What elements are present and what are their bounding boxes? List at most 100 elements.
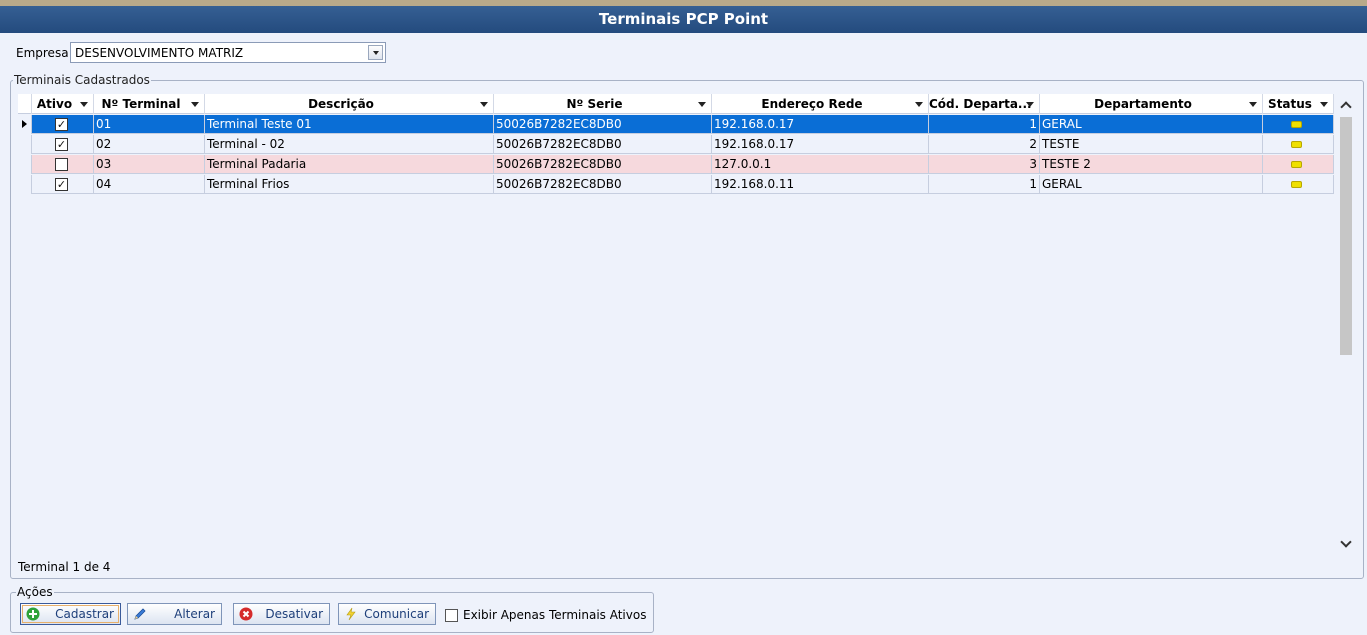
cell-ativo[interactable] [32,155,94,174]
lightning-icon [346,607,356,621]
empresa-value: DESENVOLVIMENTO MATRIZ [75,46,244,60]
cadastrar-button[interactable]: Cadastrar [20,603,121,625]
header-indicator [18,94,32,114]
cell-endereco: 192.168.0.17 [712,115,929,134]
header-status-label: Status [1268,97,1312,111]
cell-status [1263,135,1334,154]
status-led-icon [1291,181,1302,188]
header-serie-label: Nº Serie [566,97,623,111]
cell-ativo[interactable]: ✓ [32,175,94,194]
empresa-select[interactable]: DESENVOLVIMENTO MATRIZ [70,42,386,63]
cell-status [1263,115,1334,134]
record-counter: Terminal 1 de 4 [18,560,111,574]
header-cod-depto[interactable]: Cód. Departa... [929,94,1040,114]
chevron-down-icon[interactable] [368,45,383,60]
window-title: Terminais PCP Point [0,6,1367,33]
ativo-checkbox[interactable]: ✓ [55,138,68,151]
filter-arrow-icon[interactable] [915,102,923,107]
header-ativo[interactable]: Ativo [32,94,94,114]
cell-descricao: Terminal - 02 [205,135,494,154]
header-descricao[interactable]: Descrição [205,94,494,114]
cell-descricao: Terminal Teste 01 [205,115,494,134]
table-row[interactable]: ✓ 02 Terminal - 02 50026B7282EC8DB0 192.… [18,135,1334,154]
cell-departamento: TESTE 2 [1040,155,1263,174]
cell-ativo[interactable]: ✓ [32,115,94,134]
filter-arrow-icon[interactable] [1320,102,1328,107]
cell-cod-depto: 2 [929,135,1040,154]
ativo-checkbox[interactable]: ✓ [55,118,68,131]
cell-departamento: TESTE [1040,135,1263,154]
status-led-icon [1291,141,1302,148]
table-row[interactable]: 03 Terminal Padaria 50026B7282EC8DB0 127… [18,155,1334,174]
header-ativo-label: Ativo [36,97,73,111]
filter-arrow-icon[interactable] [1026,102,1034,107]
cell-serie: 50026B7282EC8DB0 [494,135,712,154]
cell-cod-depto: 1 [929,175,1040,194]
cell-departamento: GERAL [1040,115,1263,134]
cell-cod-depto: 3 [929,155,1040,174]
cell-serie: 50026B7282EC8DB0 [494,115,712,134]
comunicar-button[interactable]: Comunicar [338,603,436,625]
cell-numero: 04 [94,175,205,194]
header-departamento[interactable]: Departamento [1040,94,1263,114]
terminais-grid: Ativo Nº Terminal Descrição Nº Serie End… [18,94,1358,555]
comunicar-label: Comunicar [364,607,429,621]
header-cod-depto-label: Cód. Departa... [929,97,1032,111]
header-numero[interactable]: Nº Terminal [94,94,205,114]
add-icon [26,607,40,621]
vertical-scrollbar[interactable] [1334,94,1358,555]
scroll-up-icon[interactable] [1340,101,1352,113]
alterar-button[interactable]: Alterar [127,603,222,625]
cadastrar-label: Cadastrar [55,607,114,621]
filter-arrow-icon[interactable] [698,102,706,107]
scroll-thumb[interactable] [1340,117,1352,355]
cell-descricao: Terminal Frios [205,175,494,194]
cancel-icon [239,607,253,621]
cell-departamento: GERAL [1040,175,1263,194]
cell-endereco: 192.168.0.17 [712,135,929,154]
filter-arrow-icon[interactable] [80,102,88,107]
cell-endereco: 192.168.0.11 [712,175,929,194]
cell-numero: 03 [94,155,205,174]
empresa-label: Empresa [16,46,69,60]
cell-cod-depto: 1 [929,115,1040,134]
desativar-button[interactable]: Desativar [233,603,330,625]
cell-descricao: Terminal Padaria [205,155,494,174]
ativo-checkbox[interactable]: ✓ [55,178,68,191]
exibir-ativos-checkbox[interactable] [445,609,458,622]
cell-ativo[interactable]: ✓ [32,135,94,154]
row-indicator [18,175,32,194]
header-numero-label: Nº Terminal [101,97,181,111]
table-row[interactable]: ✓ 01 Terminal Teste 01 50026B7282EC8DB0 … [18,115,1334,134]
scroll-down-icon[interactable] [1340,536,1352,548]
ativo-checkbox[interactable] [55,158,68,171]
header-endereco-label: Endereço Rede [761,97,863,111]
desativar-label: Desativar [265,607,323,621]
exibir-ativos-label[interactable]: Exibir Apenas Terminais Ativos [463,608,646,622]
header-descricao-label: Descrição [308,97,374,111]
cell-serie: 50026B7282EC8DB0 [494,175,712,194]
cell-numero: 02 [94,135,205,154]
status-led-icon [1291,161,1302,168]
terminais-legend: Terminais Cadastrados [13,73,151,87]
filter-arrow-icon[interactable] [480,102,488,107]
alterar-label: Alterar [174,607,215,621]
cell-endereco: 127.0.0.1 [712,155,929,174]
current-row-arrow-icon [22,120,27,128]
row-indicator [18,155,32,174]
cell-status [1263,155,1334,174]
edit-pencil-icon [134,608,146,620]
header-endereco[interactable]: Endereço Rede [712,94,929,114]
header-serie[interactable]: Nº Serie [494,94,712,114]
header-departamento-label: Departamento [1094,97,1192,111]
header-status[interactable]: Status [1263,94,1334,114]
grid-header: Ativo Nº Terminal Descrição Nº Serie End… [18,94,1334,114]
status-led-icon [1291,121,1302,128]
filter-arrow-icon[interactable] [191,102,199,107]
filter-arrow-icon[interactable] [1249,102,1257,107]
table-row[interactable]: ✓ 04 Terminal Frios 50026B7282EC8DB0 192… [18,175,1334,194]
row-indicator [18,135,32,154]
cell-serie: 50026B7282EC8DB0 [494,155,712,174]
cell-status [1263,175,1334,194]
cell-numero: 01 [94,115,205,134]
